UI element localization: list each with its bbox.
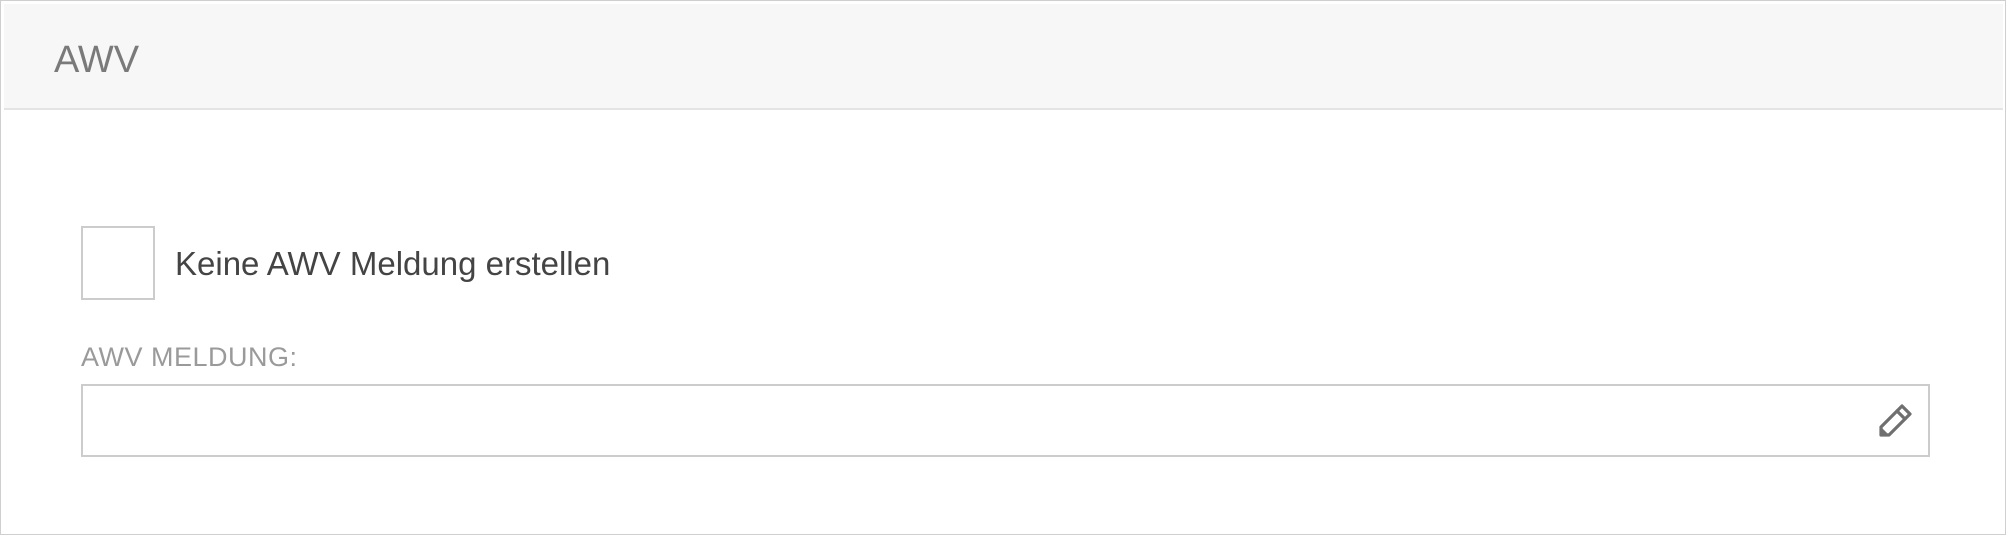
- panel-title: AWV: [54, 39, 140, 81]
- no-awv-report-label[interactable]: Keine AWV Meldung erstellen: [175, 244, 610, 284]
- awv-report-input[interactable]: [83, 386, 1843, 455]
- pencil-icon[interactable]: [1876, 402, 1914, 440]
- awv-report-field: [81, 384, 1930, 457]
- awv-report-field-label: AWV MELDUNG:: [81, 342, 298, 372]
- no-awv-report-checkbox[interactable]: [81, 226, 155, 300]
- awv-panel: AWV Keine AWV Meldung erstellen AWV MELD…: [0, 0, 2006, 535]
- panel-header: AWV: [4, 4, 2003, 110]
